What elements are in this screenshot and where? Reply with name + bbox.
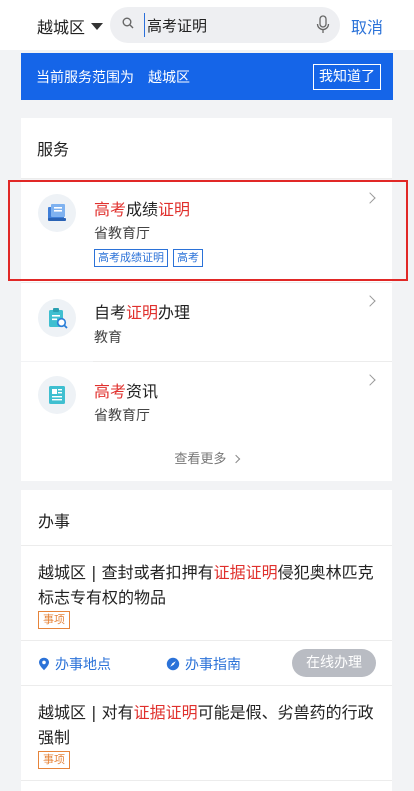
region-label: 越城区 xyxy=(37,18,86,37)
item-type-tag: 事项 xyxy=(38,751,70,769)
divider xyxy=(21,685,392,686)
search-icon xyxy=(122,17,134,29)
banner-text: 当前服务范围为 越城区 xyxy=(36,67,190,87)
divider xyxy=(21,545,392,546)
title-text: 自考 xyxy=(94,303,127,322)
title-highlight: 高考 xyxy=(94,382,127,401)
search-input[interactable] xyxy=(144,13,304,37)
title-highlight: 证明 xyxy=(126,303,159,322)
divider xyxy=(21,640,392,641)
selection-highlight-box xyxy=(8,180,408,281)
cancel-button[interactable]: 取消 xyxy=(351,14,383,38)
service-item-gaokao-news[interactable]: 高考资讯 省教育厅 xyxy=(21,362,392,440)
banner-prefix: 当前服务范围为 xyxy=(36,70,134,86)
news-document-icon xyxy=(38,376,76,414)
service-item-zikao[interactable]: 自考证明办理 教育 xyxy=(21,283,392,361)
item-type-tag: 事项 xyxy=(38,611,70,629)
compass-icon xyxy=(166,657,180,671)
banner-region: 越城区 xyxy=(148,70,190,86)
affair-item-title[interactable]: 越城区 | 对有证据证明可能是假、劣兽药的行政强制 xyxy=(38,700,378,750)
location-link[interactable]: 办事地点 xyxy=(38,654,111,674)
region-selector[interactable]: 越城区 xyxy=(37,14,104,38)
service-dept: 省教育厅 xyxy=(94,408,150,424)
service-title: 高考资讯 xyxy=(94,378,158,402)
service-title: 自考证明办理 xyxy=(94,299,190,323)
title-text: 越城区 | 对有 xyxy=(38,703,134,722)
title-text: 资讯 xyxy=(126,382,159,401)
services-header: 服务 xyxy=(21,118,392,178)
online-apply-button[interactable]: 在线办理 xyxy=(292,649,376,677)
caret-down-icon xyxy=(91,22,104,30)
affair-item-title[interactable]: 越城区 | 查封或者扣押有证据证明侵犯奥林匹克标志专有权的物品 xyxy=(38,560,378,610)
search-bar[interactable] xyxy=(110,7,340,43)
title-highlight: 证据证明 xyxy=(133,703,198,722)
view-more-button[interactable]: 查看更多 xyxy=(21,439,392,481)
chevron-right-icon xyxy=(364,374,376,386)
services-section-title: 服务 xyxy=(37,140,70,159)
view-more-label: 查看更多 xyxy=(174,452,227,467)
affairs-section-title: 办事 xyxy=(38,512,71,531)
guide-link[interactable]: 办事指南 xyxy=(166,654,241,674)
clipboard-search-icon xyxy=(38,299,76,337)
service-scope-banner: 当前服务范围为 越城区 我知道了 xyxy=(21,53,393,100)
location-label: 办事地点 xyxy=(55,657,111,673)
divider xyxy=(21,178,392,179)
title-highlight: 证据证明 xyxy=(213,563,278,582)
title-text: 办理 xyxy=(158,303,191,322)
microphone-icon[interactable] xyxy=(315,15,331,35)
chevron-right-icon xyxy=(364,295,376,307)
title-text: 越城区 | 查封或者扣押有 xyxy=(38,563,214,582)
dismiss-banner-button[interactable]: 我知道了 xyxy=(313,64,381,90)
divider xyxy=(21,780,392,781)
service-dept: 教育 xyxy=(94,330,122,346)
location-pin-icon xyxy=(39,657,49,671)
chevron-right-icon xyxy=(231,454,240,464)
guide-label: 办事指南 xyxy=(185,657,241,673)
